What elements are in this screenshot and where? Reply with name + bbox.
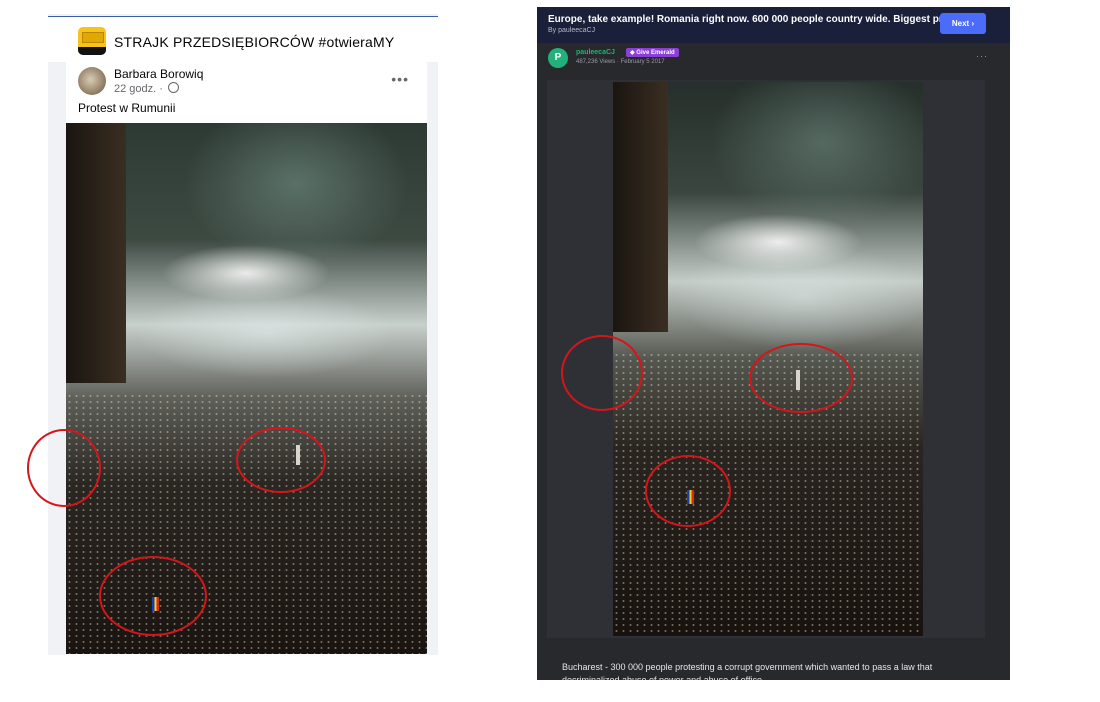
post-stats: 487,236 Views · February 5 2017	[576, 59, 665, 65]
next-label: Next	[951, 19, 970, 28]
user-avatar[interactable]: P	[548, 48, 568, 68]
group-logo-icon[interactable]	[78, 27, 106, 55]
annotation-circle	[27, 429, 101, 507]
post-time[interactable]: 22 godz. ·	[114, 83, 163, 95]
post-meta: 22 godz. ·	[114, 82, 179, 95]
username-link[interactable]: pauleecaCJ	[576, 49, 615, 56]
group-title[interactable]: STRAJK PRZEDSIĘBIORCÓW #otwieraMY	[114, 34, 394, 50]
annotation-circle	[749, 343, 853, 413]
more-options-icon[interactable]: •••	[391, 71, 409, 87]
building-silhouette	[66, 123, 126, 383]
next-button[interactable]: Next ›	[940, 13, 986, 34]
author-name[interactable]: Barbara Borowiq	[114, 67, 203, 81]
chevron-right-icon: ›	[971, 19, 975, 28]
post-title: Europe, take example! Romania right now.…	[548, 14, 978, 25]
more-options-icon[interactable]: ···	[976, 51, 988, 61]
post-byline[interactable]: By pauleecaCJ	[548, 27, 595, 34]
annotation-circle	[99, 556, 207, 636]
post-description: Bucharest - 300 000 people protesting a …	[562, 662, 933, 680]
globe-icon	[167, 82, 179, 93]
logo-band	[78, 47, 106, 55]
give-emerald-button[interactable]: ◆ Give Emerald	[626, 48, 679, 57]
post-header: Europe, take example! Romania right now.…	[537, 7, 1010, 43]
logo-mark	[82, 32, 104, 43]
author-avatar[interactable]	[78, 67, 106, 95]
group-header[interactable]: STRAJK PRZEDSIĘBIORCÓW #otwieraMY	[48, 17, 438, 62]
annotation-circle	[645, 455, 731, 527]
post-caption: Protest w Rumunii	[78, 101, 176, 115]
building-silhouette	[613, 82, 668, 332]
annotation-circle	[561, 335, 643, 411]
user-row: P pauleecaCJ ◆ Give Emerald 487,236 View…	[537, 43, 1010, 78]
annotation-circle	[236, 427, 326, 493]
facebook-screenshot: STRAJK PRZEDSIĘBIORCÓW #otwieraMY Barbar…	[48, 14, 438, 655]
give-emerald-label: Give Emerald	[636, 50, 675, 56]
emerald-gem-icon: ◆	[630, 50, 635, 56]
